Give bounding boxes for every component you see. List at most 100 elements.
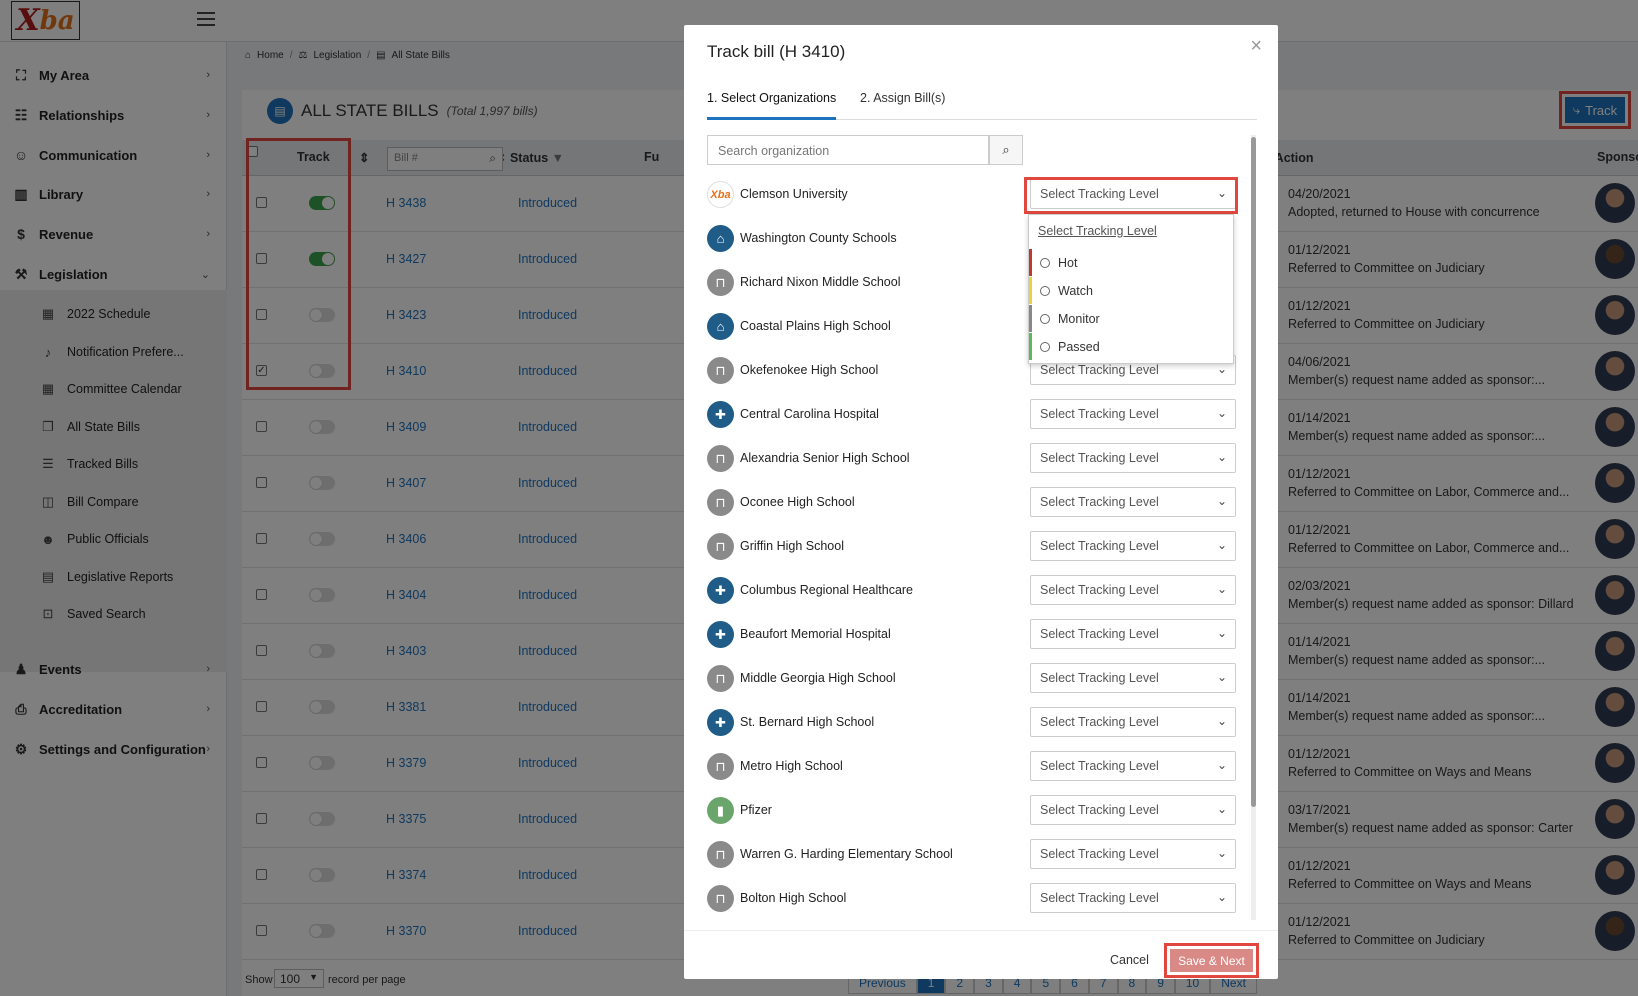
organization-name: Coastal Plains High School <box>740 319 891 333</box>
organization-name: St. Bernard High School <box>740 715 875 729</box>
tracking-level-select[interactable]: Select Tracking Level ⌄ <box>1030 575 1236 605</box>
hospital-icon: ✚ <box>707 621 734 648</box>
chevron-down-icon: ⌄ <box>1216 890 1227 904</box>
organization-row: ✚ Central Carolina Hospital Select Trackin… <box>707 395 1247 437</box>
tracking-option-watch[interactable]: Watch <box>1029 277 1233 304</box>
tracking-option-label: Watch <box>1058 284 1093 298</box>
tracking-level-select[interactable]: Select Tracking Level ⌄ <box>1030 443 1236 473</box>
tracking-level-value: Select Tracking Level <box>1040 495 1159 509</box>
save-button-highlight: Save & Next <box>1164 943 1259 978</box>
chevron-down-icon: ⌄ <box>1216 626 1227 640</box>
organization-name: Oconee High School <box>740 495 855 509</box>
chevron-down-icon: ⌄ <box>1216 494 1227 508</box>
hospital-icon: ✚ <box>707 577 734 604</box>
level-color-bar <box>1029 305 1032 332</box>
radio-icon <box>1040 314 1050 324</box>
building-icon: ⊓ <box>707 533 734 560</box>
tracking-level-select[interactable]: Select Tracking Level ⌄ <box>1030 883 1236 913</box>
building-icon: ⊓ <box>707 445 734 472</box>
school-icon: ⌂ <box>707 225 734 252</box>
tracking-level-select[interactable]: Select Tracking Level ⌄ <box>1030 619 1236 649</box>
school-icon: ⌂ <box>707 313 734 340</box>
modal-footer: Cancel Save & Next <box>684 930 1278 979</box>
dropdown-header[interactable]: Select Tracking Level <box>1038 224 1157 238</box>
building-icon: ⊓ <box>707 841 734 868</box>
tracking-level-value: Select Tracking Level <box>1040 407 1159 421</box>
tracking-level-value: Select Tracking Level <box>1040 583 1159 597</box>
organization-name: Richard Nixon Middle School <box>740 275 901 289</box>
tracking-level-value: Select Tracking Level <box>1040 671 1159 685</box>
tracking-option-passed[interactable]: Passed <box>1029 333 1233 360</box>
chevron-down-icon: ⌄ <box>1216 362 1227 376</box>
tracking-option-monitor[interactable]: Monitor <box>1029 305 1233 332</box>
tracking-level-select[interactable]: Select Tracking Level ⌄ <box>1030 531 1236 561</box>
organization-row: ⊓ Alexandria Senior High School Select Tra… <box>707 439 1247 481</box>
organization-row: ✚ Beaufort Memorial Hospital Select Tracki… <box>707 615 1247 657</box>
building-icon: ⊓ <box>707 753 734 780</box>
close-icon[interactable]: × <box>1250 35 1262 58</box>
organization-row: ⊓ Metro High School Select Tracking Level ⌄ <box>707 747 1247 789</box>
organization-name: Middle Georgia High School <box>740 671 896 685</box>
save-next-button[interactable]: Save & Next <box>1170 949 1253 972</box>
track-bill-modal: Track bill (H 3410) × 1. Select Organiza… <box>684 25 1278 979</box>
hospital-icon: ✚ <box>707 401 734 428</box>
organization-name: Bolton High School <box>740 891 847 905</box>
scrollbar-thumb[interactable] <box>1251 137 1256 807</box>
tracking-level-value: Select Tracking Level <box>1040 891 1159 905</box>
chevron-down-icon: ⌄ <box>1216 846 1227 860</box>
tracking-level-select[interactable]: Select Tracking Level ⌄ <box>1030 839 1236 869</box>
chevron-down-icon: ⌄ <box>1216 538 1227 552</box>
tracking-level-value: Select Tracking Level <box>1040 847 1159 861</box>
building-icon: ⊓ <box>707 489 734 516</box>
search-button[interactable]: ⌕ <box>989 135 1023 165</box>
radio-icon <box>1040 286 1050 296</box>
organization-row: ✚ St. Bernard High School Select Tracking … <box>707 703 1247 745</box>
tab-assign-bills[interactable]: 2. Assign Bill(s) <box>860 86 945 120</box>
organization-row: ⊓ Griffin High School Select Tracking Leve… <box>707 527 1247 569</box>
chevron-down-icon: ⌄ <box>1216 582 1227 596</box>
chevron-down-icon: ⌄ <box>1216 406 1227 420</box>
tracking-option-label: Hot <box>1058 256 1078 270</box>
building-icon: ⊓ <box>707 357 734 384</box>
tracking-option-hot[interactable]: Hot <box>1029 249 1233 276</box>
organization-name: Columbus Regional Healthcare <box>740 583 914 597</box>
organization-row: ▮ Pfizer Select Tracking Level ⌄ <box>707 791 1247 833</box>
tracking-level-select[interactable]: Select Tracking Level ⌄ <box>1030 707 1236 737</box>
search-icon: ⌕ <box>1002 142 1010 157</box>
radio-icon <box>1040 342 1050 352</box>
level-color-bar <box>1029 277 1032 304</box>
organization-name: Warren G. Harding Elementary School <box>740 847 953 861</box>
tab-select-organizations[interactable]: 1. Select Organizations <box>707 86 837 120</box>
tracking-level-select[interactable]: Select Tracking Level ⌄ <box>1030 795 1236 825</box>
level-color-bar <box>1029 249 1032 276</box>
organization-row: ⊓ Bolton High School Select Tracking Level… <box>707 879 1247 921</box>
tracking-option-label: Monitor <box>1058 312 1100 326</box>
chevron-down-icon: ⌄ <box>1216 802 1227 816</box>
organization-name: Okefenokee High School <box>740 363 879 377</box>
organization-name: Clemson University <box>740 187 848 201</box>
tracking-level-value: Select Tracking Level <box>1040 759 1159 773</box>
tracking-level-value: Select Tracking Level <box>1040 627 1159 641</box>
tracking-option-label: Passed <box>1058 340 1100 354</box>
tracking-level-select[interactable]: Select Tracking Level ⌄ <box>1030 663 1236 693</box>
organization-row: ✚ Columbus Regional Healthcare Select Trac… <box>707 571 1247 613</box>
modal-tabs: 1. Select Organizations 2. Assign Bill(s… <box>707 86 1257 120</box>
tracking-level-select-highlight <box>1024 177 1238 214</box>
tracking-level-select[interactable]: Select Tracking Level ⌄ <box>1030 487 1236 517</box>
radio-icon <box>1040 258 1050 268</box>
organization-row: ⊓ Middle Georgia High School Select Tracki… <box>707 659 1247 701</box>
chevron-down-icon: ⌄ <box>1216 758 1227 772</box>
level-color-bar <box>1029 333 1032 360</box>
tracking-level-select[interactable]: Select Tracking Level ⌄ <box>1030 399 1236 429</box>
cancel-button[interactable]: Cancel <box>1110 953 1149 967</box>
organization-name: Alexandria Senior High School <box>740 451 910 465</box>
tracking-level-select[interactable]: Select Tracking Level ⌄ <box>1030 751 1236 781</box>
organization-row: ⊓ Warren G. Harding Elementary School Sele… <box>707 835 1247 877</box>
tracking-level-value: Select Tracking Level <box>1040 803 1159 817</box>
organization-name: Washington County Schools <box>740 231 897 245</box>
chevron-down-icon: ⌄ <box>1216 670 1227 684</box>
building-icon: ⊓ <box>707 269 734 296</box>
tracking-level-dropdown: Select Tracking Level Hot Watch Monitor Pas… <box>1028 214 1234 364</box>
clemson-logo-icon: Xba <box>707 181 734 208</box>
organization-search-input[interactable]: Search organization <box>707 135 989 165</box>
